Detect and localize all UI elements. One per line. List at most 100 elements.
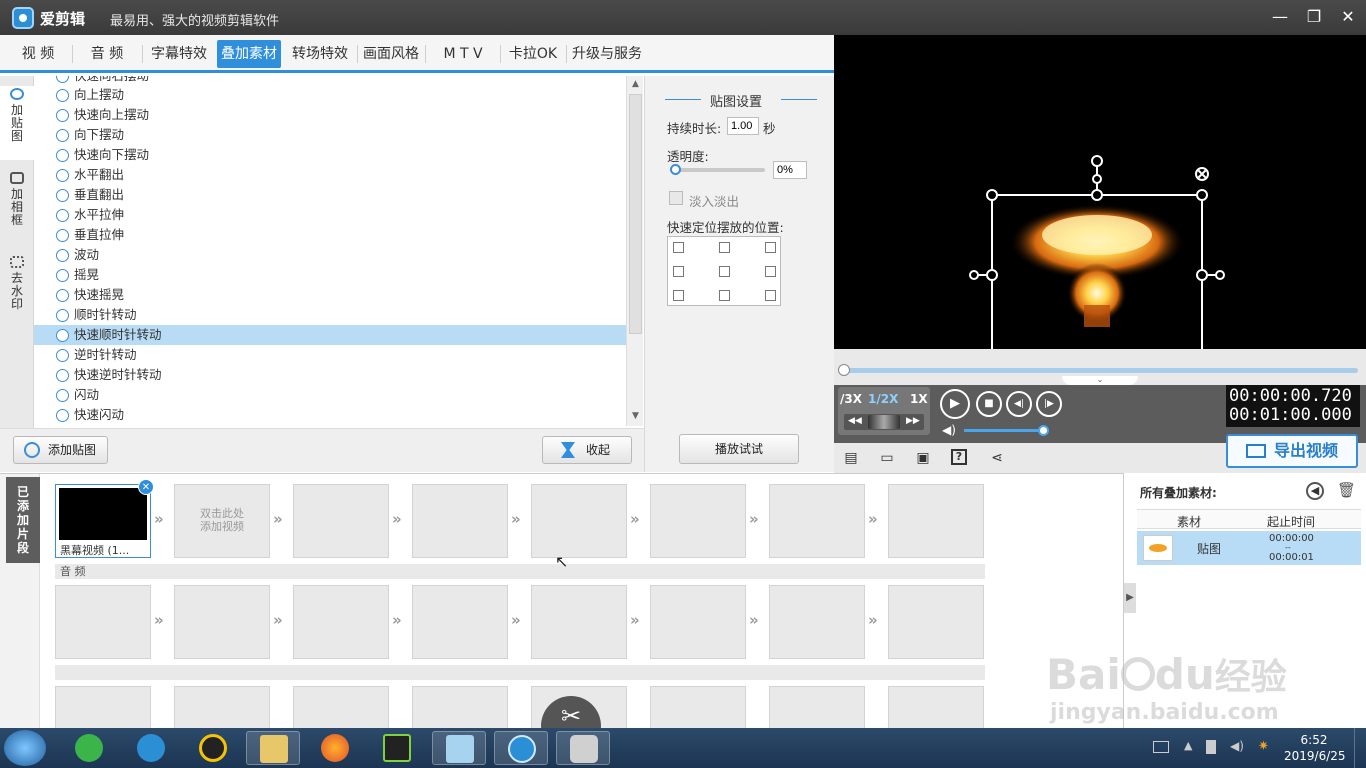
tab-mtv[interactable]: M T V — [427, 40, 499, 68]
position-bottom-left[interactable] — [673, 290, 684, 301]
list-item[interactable]: 快速向上摆动 — [34, 105, 626, 125]
maximize-button[interactable]: ❐ — [1302, 6, 1326, 28]
taskbar-app[interactable] — [370, 731, 424, 765]
tab-audio[interactable]: 音 频 — [74, 40, 140, 68]
radio-button[interactable] — [56, 189, 69, 202]
radio-button[interactable] — [56, 329, 69, 342]
list-item[interactable]: 逆时针转动 — [34, 345, 626, 365]
taskbar-app[interactable] — [62, 731, 116, 765]
open-folder-icon[interactable]: ▭ — [878, 449, 896, 467]
empty-audio-slot[interactable] — [55, 585, 151, 659]
tool-add-frame[interactable]: 加 相 框 — [0, 172, 34, 246]
clock[interactable]: 6:52 2019/6/25 — [1284, 732, 1346, 764]
list-item[interactable]: 摇晃 — [34, 265, 626, 285]
list-item[interactable]: 向下摆动 — [34, 125, 626, 145]
seek-handle[interactable] — [838, 364, 850, 376]
list-item[interactable]: 闪动 — [34, 385, 626, 405]
effect-list-scrollbar[interactable]: ▲ ▼ — [626, 76, 643, 426]
radio-button[interactable] — [56, 149, 69, 162]
list-item[interactable]: 垂直翻出 — [34, 185, 626, 205]
keyboard-icon[interactable] — [1153, 741, 1169, 753]
tool-add-sticker[interactable]: 加 贴 图 — [0, 86, 34, 160]
radio-button[interactable] — [56, 309, 69, 322]
overlay-list-item[interactable]: 贴图 00:00:00 -- 00:00:01 — [1137, 531, 1361, 565]
radio-button[interactable] — [56, 369, 69, 382]
empty-clip-slot[interactable] — [412, 484, 508, 558]
tray-expand-icon[interactable]: ▲ — [1184, 739, 1192, 752]
radio-button[interactable] — [56, 76, 69, 83]
preview-try-button[interactable]: 播放试试 — [679, 434, 799, 464]
explosion-sticker[interactable] — [1009, 204, 1185, 327]
save-icon[interactable]: ▣ — [914, 449, 932, 467]
opacity-slider-handle[interactable] — [670, 164, 681, 175]
back-icon[interactable]: ◀ — [1306, 482, 1324, 500]
empty-audio-slot[interactable] — [174, 585, 270, 659]
rewind-icon[interactable]: ◀◀ — [848, 416, 862, 426]
tab-video[interactable]: 视 频 — [6, 40, 70, 68]
remove-clip-icon[interactable]: ✕ — [138, 479, 154, 495]
empty-clip-slot[interactable] — [769, 484, 865, 558]
expand-panel-handle[interactable]: ▶ — [1124, 583, 1136, 613]
radio-button[interactable] — [56, 89, 69, 102]
empty-audio-slot[interactable] — [412, 585, 508, 659]
opacity-slider[interactable] — [675, 168, 765, 172]
jog-slider[interactable]: ◀◀ ▶▶ — [844, 414, 924, 430]
radio-button[interactable] — [56, 349, 69, 362]
list-item[interactable]: 向上摆动 — [34, 85, 626, 105]
taskbar-app[interactable] — [494, 731, 548, 765]
empty-clip-slot[interactable] — [650, 484, 746, 558]
position-top-left[interactable] — [673, 242, 684, 253]
speed-normal[interactable]: 1X — [910, 392, 928, 406]
taskbar-app[interactable] — [246, 731, 300, 765]
empty-clip-slot[interactable] — [531, 484, 627, 558]
empty-audio-slot[interactable] — [293, 585, 389, 659]
close-button[interactable]: ✕ — [1336, 6, 1360, 28]
taskbar-app[interactable] — [124, 731, 178, 765]
fast-forward-icon[interactable]: ▶▶ — [906, 416, 920, 426]
list-item[interactable]: 顺时针转动 — [34, 305, 626, 325]
share-icon[interactable]: ⋖ — [988, 449, 1006, 467]
seek-bar[interactable]: ⌄ — [834, 349, 1366, 385]
position-center[interactable] — [719, 266, 730, 277]
start-button[interactable] — [4, 730, 46, 766]
position-bottom-center[interactable] — [719, 290, 730, 301]
tab-subtitle-effects[interactable]: 字幕特效 — [144, 40, 214, 68]
speed-half[interactable]: 1/2X — [868, 392, 898, 406]
radio-button[interactable] — [56, 409, 69, 422]
list-item[interactable]: 水平拉伸 — [34, 205, 626, 225]
minimize-button[interactable]: — — [1268, 6, 1292, 28]
radio-button[interactable] — [56, 289, 69, 302]
list-item[interactable]: 波动 — [34, 245, 626, 265]
export-video-button[interactable]: 导出视频 — [1226, 434, 1358, 468]
video-clip[interactable]: 黑幕视频 (1... ✕ — [55, 479, 154, 558]
stop-button[interactable]: ■ — [976, 391, 1002, 417]
empty-clip-slot[interactable] — [888, 484, 984, 558]
jog-wheel[interactable] — [868, 415, 900, 429]
position-middle-left[interactable] — [673, 266, 684, 277]
duration-input[interactable] — [727, 117, 759, 135]
radio-button[interactable] — [56, 389, 69, 402]
tab-upgrade-service[interactable]: 升级与服务 — [568, 40, 646, 68]
tab-picture-style[interactable]: 画面风格 — [359, 40, 423, 68]
speed-third[interactable]: /3X — [840, 392, 862, 406]
empty-audio-slot[interactable] — [769, 585, 865, 659]
add-sticker-button[interactable]: 添加贴图 — [13, 436, 108, 464]
empty-audio-slot[interactable] — [888, 585, 984, 659]
tool-remove-watermark[interactable]: 去 水 印 — [0, 256, 34, 330]
list-item[interactable]: 快速闪动 — [34, 405, 626, 425]
tray-app-icon[interactable]: ✷ — [1258, 739, 1269, 754]
list-item[interactable]: 快速逆时针转动 — [34, 365, 626, 385]
volume-slider[interactable] — [964, 429, 1044, 432]
panel-toggle-chevron-icon[interactable]: ⌄ — [1062, 376, 1138, 385]
position-middle-right[interactable] — [765, 266, 776, 277]
video-preview[interactable] — [834, 35, 1366, 349]
position-top-center[interactable] — [719, 242, 730, 253]
play-button[interactable]: ▶ — [940, 389, 970, 419]
radio-button[interactable] — [56, 249, 69, 262]
tab-karaoke[interactable]: 卡拉OK — [502, 40, 564, 68]
empty-clip-slot[interactable] — [293, 484, 389, 558]
list-item[interactable]: 快速摇晃 — [34, 285, 626, 305]
radio-button[interactable] — [56, 169, 69, 182]
help-icon[interactable]: ? — [951, 449, 967, 465]
new-project-icon[interactable]: ▤ — [842, 449, 860, 467]
